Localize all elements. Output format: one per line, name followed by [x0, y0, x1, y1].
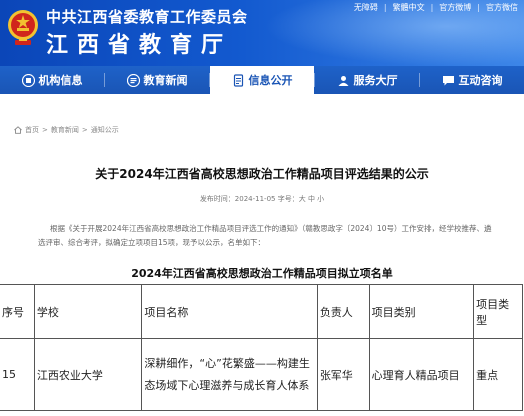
- table-cell-owner: 张军华: [316, 338, 370, 411]
- breadcrumb-home[interactable]: 首页: [25, 125, 39, 135]
- site-header: 中共江西省委教育工作委员会 江西省教育厅 无障碍 | 繁體中文 | 官方微博 |…: [0, 0, 524, 66]
- table-header-row: 序号 学校 项目名称 负责人 项目类别 项目类型: [0, 284, 523, 339]
- top-link-separator: |: [383, 2, 387, 12]
- table-cell-project-name: 深耕细作，“心”花繁盛——构建生态场域下心理滋养与成长育人体系: [141, 338, 318, 411]
- breadcrumb: 首页 > 教育新闻 > 通知公示: [14, 125, 119, 135]
- table-header-cell: 学校: [33, 284, 143, 339]
- nav-item-label: 信息公开: [248, 74, 293, 87]
- nav-item-label: 机构信息: [38, 74, 83, 87]
- nav-item-label: 教育新闻: [143, 74, 188, 87]
- top-link-separator: |: [477, 2, 480, 12]
- building-icon: [21, 73, 35, 87]
- table-header-cell: 项目名称: [141, 284, 318, 339]
- news-icon: [126, 73, 140, 87]
- home-icon: [14, 126, 22, 134]
- nav-item-label: 服务大厅: [353, 74, 398, 87]
- top-link-weibo[interactable]: 官方微博: [439, 2, 471, 13]
- breadcrumb-separator: >: [81, 126, 88, 134]
- nav-item-institution[interactable]: 机构信息: [0, 66, 104, 94]
- article-body: 根据《关于开展2024年江西省高校思想政治工作精品项目评选工作的通知》（赣教思政…: [38, 222, 508, 250]
- document-icon: [233, 73, 243, 87]
- breadcrumb-separator: >: [42, 126, 48, 134]
- top-link-traditional-chinese[interactable]: 繁體中文: [393, 2, 425, 13]
- article-body-line: 选评审、综合考评，拟确定立项项目15项，现予以公示，名单如下：: [38, 238, 266, 247]
- nav-item-info-disclosure[interactable]: 信息公开: [210, 66, 314, 94]
- org-name-primary: 中共江西省委教育工作委员会: [46, 8, 248, 26]
- nav-item-label: 互动咨询: [458, 74, 503, 87]
- table-caption: 2024年江西省高校思想政治工作精品项目拟立项名单: [131, 267, 393, 280]
- table-cell-category: 心理育人精品项目: [368, 338, 475, 411]
- table-header-cell: 负责人: [316, 284, 370, 339]
- article-title: 关于2024年江西省高校思想政治工作精品项目评选结果的公示: [95, 167, 429, 181]
- article-meta: 发布时间：2024-11-05 字号：大 中 小: [199, 195, 325, 203]
- breadcrumb-notices[interactable]: 通知公示: [91, 125, 119, 135]
- nav-item-service-hall[interactable]: 服务大厅: [315, 66, 419, 94]
- table-row: 15 江西农业大学 深耕细作，“心”花繁盛——构建生态场域下心理滋养与成长育人体…: [0, 338, 523, 411]
- service-icon: [338, 75, 348, 86]
- top-link-separator: |: [430, 2, 434, 12]
- top-link-accessibility[interactable]: 无障碍: [354, 2, 378, 13]
- top-links: 无障碍 | 繁體中文 | 官方微博 | 官方微信: [354, 0, 518, 14]
- org-name-secondary: 江西省教育厅: [46, 33, 233, 58]
- national-emblem-icon: [8, 10, 38, 45]
- nav-item-education-news[interactable]: 教育新闻: [105, 66, 209, 94]
- main-nav: 机构信息 教育新闻 信息公开 服务大厅 互动咨询: [0, 66, 524, 94]
- project-list-table: 序号 学校 项目名称 负责人 项目类别 项目类型 15 江西农业大学 深耕细作，…: [0, 284, 523, 411]
- top-link-wechat[interactable]: 官方微信: [486, 2, 518, 13]
- table-header-cell: 项目类型: [473, 284, 523, 339]
- table-header-cell: 项目类别: [368, 284, 475, 339]
- table-header-cell: 序号: [0, 284, 35, 339]
- table-cell-school: 江西农业大学: [33, 338, 143, 411]
- table-cell-type: 重点: [473, 338, 523, 411]
- chat-icon: [442, 75, 454, 85]
- table-cell-number: 15: [0, 338, 35, 411]
- article-body-line: 根据《关于开展2024年江西省高校思想政治工作精品项目评选工作的通知》（赣教思政…: [50, 224, 492, 233]
- breadcrumb-education-news[interactable]: 教育新闻: [51, 125, 79, 135]
- nav-item-interactive-consult[interactable]: 互动咨询: [420, 66, 524, 94]
